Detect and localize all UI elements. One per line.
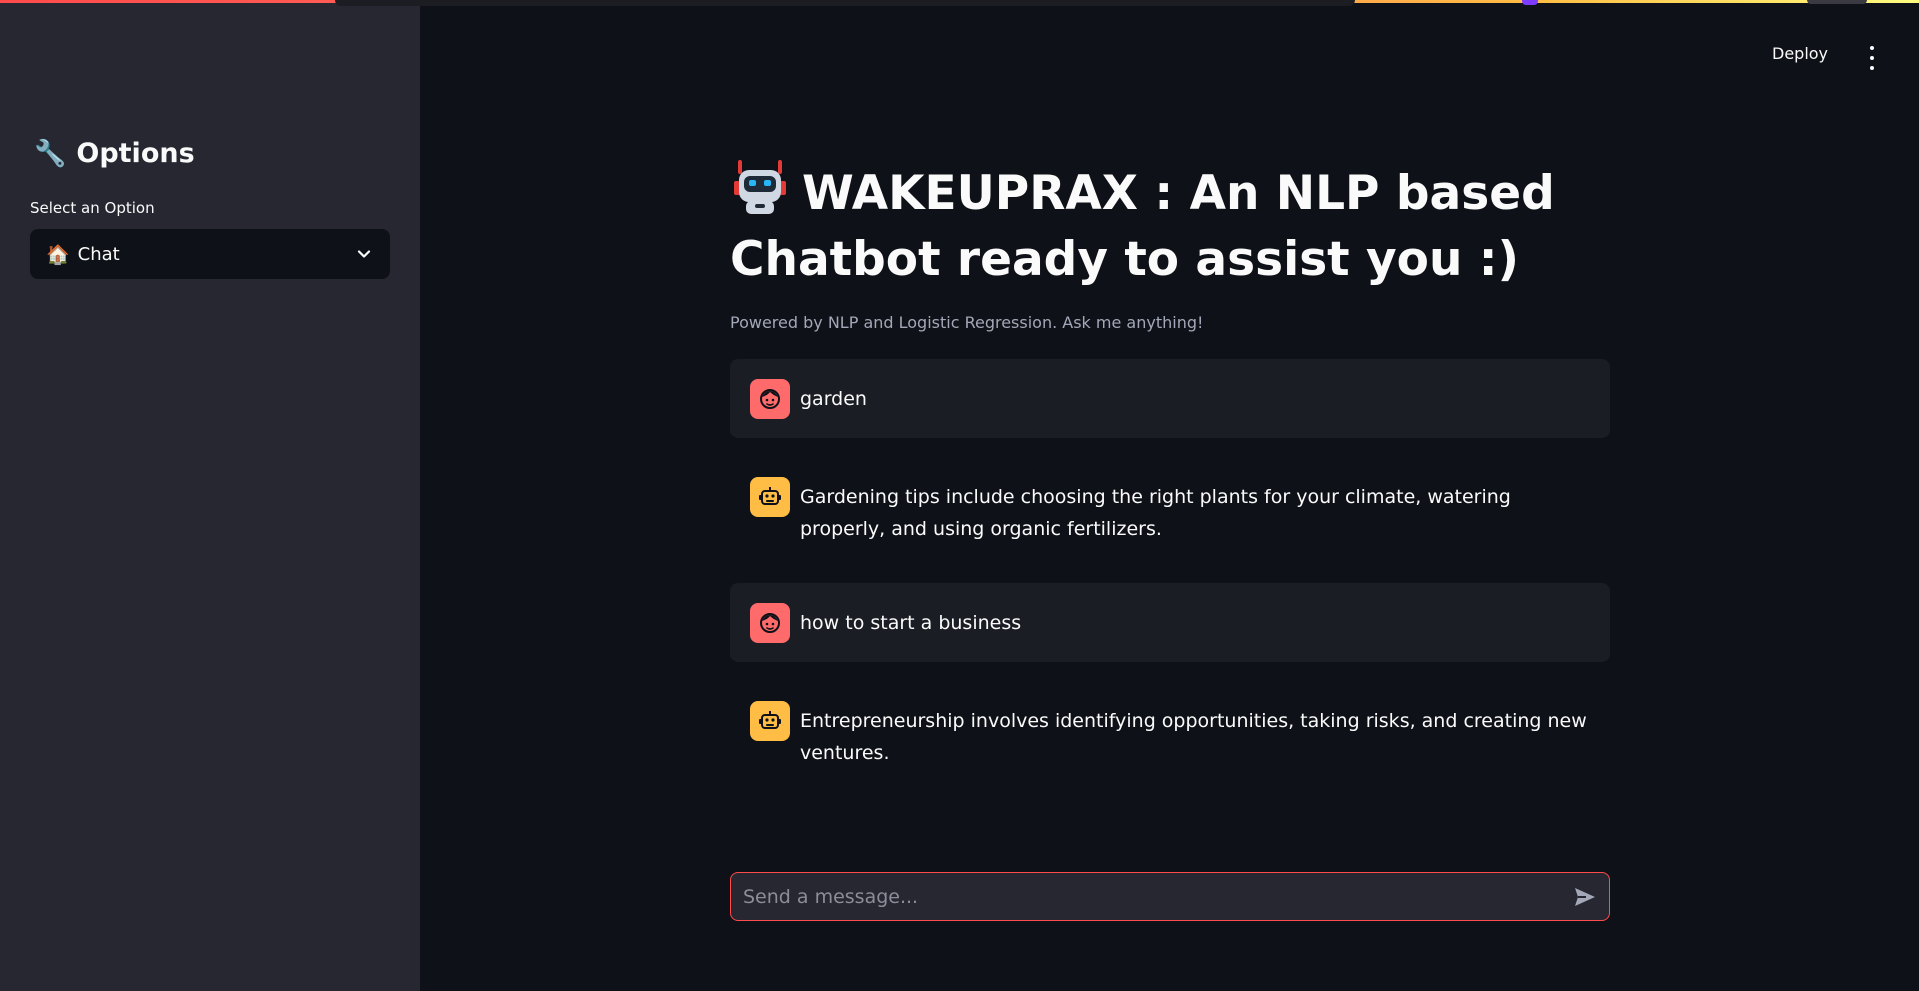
chat-message-user: how to start a business xyxy=(730,583,1610,662)
wrench-icon: 🔧 xyxy=(34,138,67,169)
bot-icon xyxy=(750,701,790,741)
robot-icon xyxy=(734,160,786,214)
message-text: Entrepreneurship involves identifying op… xyxy=(800,710,1587,764)
house-icon: 🏠 xyxy=(46,243,70,266)
chevron-down-icon xyxy=(357,250,371,258)
page-title-text: WAKEUPRAX : An NLP based Chatbot ready t… xyxy=(730,166,1555,287)
send-icon[interactable] xyxy=(1571,883,1599,911)
browser-strip-right xyxy=(1807,0,1867,4)
browser-extension-icon xyxy=(1522,0,1538,5)
chat-message-assistant: Entrepreneurship involves identifying op… xyxy=(730,701,1610,769)
user-face-icon xyxy=(750,379,790,419)
page-title: WAKEUPRAX : An NLP based Chatbot ready t… xyxy=(730,157,1630,293)
chat-input[interactable] xyxy=(741,884,1571,909)
page-subtitle: Powered by NLP and Logistic Regression. … xyxy=(730,313,1204,332)
sidebar: 🔧 Options Select an Option 🏠 Chat xyxy=(0,0,420,991)
sidebar-header: 🔧 Options xyxy=(34,138,195,169)
kebab-menu-icon[interactable] xyxy=(1862,46,1882,70)
chat-message-user: garden xyxy=(730,359,1610,438)
chat-message-assistant: Gardening tips include choosing the righ… xyxy=(730,477,1610,545)
message-text: how to start a business xyxy=(800,612,1022,634)
select-label: Select an Option xyxy=(30,199,155,217)
bot-icon xyxy=(750,477,790,517)
message-text: Gardening tips include choosing the righ… xyxy=(800,486,1511,540)
browser-strip xyxy=(335,0,1355,6)
user-face-icon xyxy=(750,603,790,643)
option-select-value: Chat xyxy=(77,243,120,265)
message-text: garden xyxy=(800,388,867,410)
option-select[interactable]: 🏠 Chat xyxy=(30,229,390,279)
chat-input-container xyxy=(730,872,1610,921)
sidebar-title: Options xyxy=(76,138,195,169)
deploy-button[interactable]: Deploy xyxy=(1772,44,1828,63)
